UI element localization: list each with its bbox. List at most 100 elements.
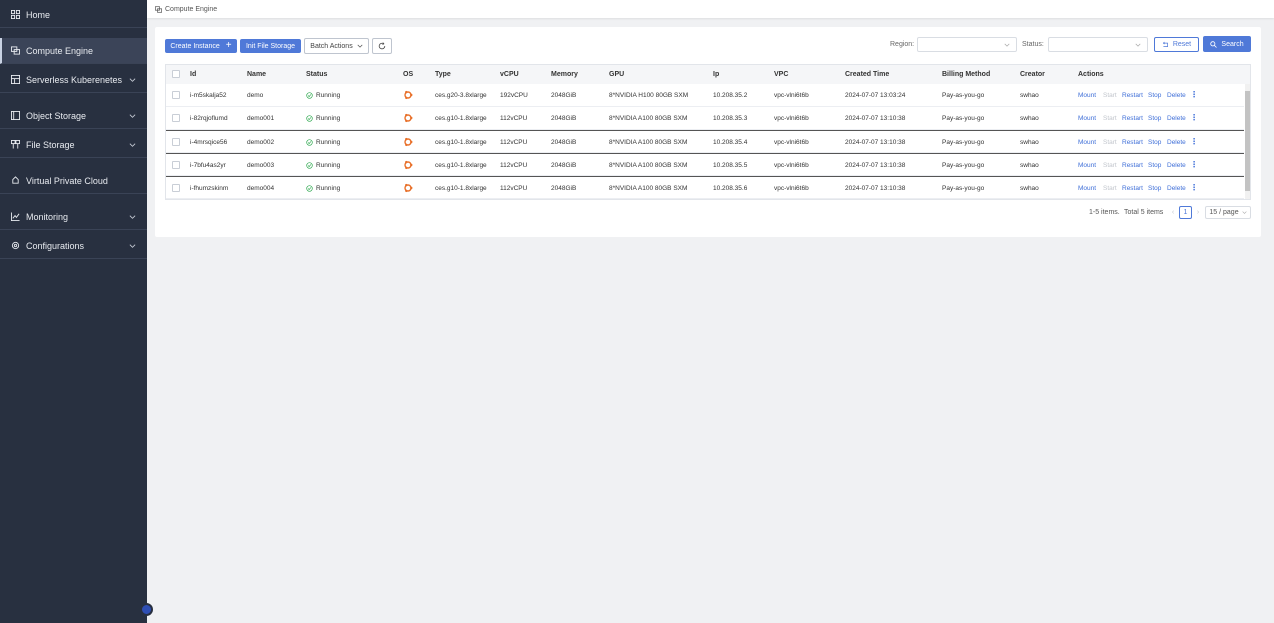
action-mount-link[interactable]: Mount bbox=[1078, 162, 1096, 169]
sidebar-item-object-storage[interactable]: Object Storage bbox=[0, 103, 147, 129]
action-stop-link[interactable]: Stop bbox=[1148, 115, 1161, 122]
action-stop-link[interactable]: Stop bbox=[1148, 139, 1161, 146]
action-start-link[interactable]: Start bbox=[1103, 115, 1117, 122]
col-header-id[interactable]: Id bbox=[190, 71, 196, 78]
action-restart-link[interactable]: Restart bbox=[1122, 92, 1143, 99]
col-header-type[interactable]: Type bbox=[435, 71, 451, 78]
batch-actions-label: Batch Actions bbox=[310, 42, 353, 50]
cell-created-time: 2024-07-07 13:03:24 bbox=[845, 92, 906, 99]
action-mount-link[interactable]: Mount bbox=[1078, 92, 1096, 99]
table-row[interactable]: i-m5skalja52 demo ces.g20-3.8xlarge 192vCPU… bbox=[166, 84, 1244, 107]
row-checkbox[interactable] bbox=[172, 91, 180, 99]
action-start-link[interactable]: Start bbox=[1103, 92, 1117, 99]
action-delete-link[interactable]: Delete bbox=[1167, 162, 1186, 169]
row-checkbox[interactable] bbox=[172, 184, 180, 192]
init-file-storage-label: Init File Storage bbox=[245, 42, 296, 50]
col-header-gpu[interactable]: GPU bbox=[609, 71, 624, 78]
cell-gpu: 8*NVIDIA A100 80GB SXM bbox=[609, 115, 688, 122]
col-header-vpc[interactable]: VPC bbox=[774, 71, 788, 78]
search-icon bbox=[1210, 40, 1218, 48]
chevron-right-icon: › bbox=[1196, 209, 1200, 216]
chevron-down-icon bbox=[357, 44, 363, 48]
region-select[interactable] bbox=[917, 37, 1017, 52]
row-checkbox[interactable] bbox=[172, 161, 180, 169]
more-actions-icon[interactable]: ⋮ bbox=[1190, 137, 1198, 146]
page-size-select[interactable]: 15 / page bbox=[1205, 206, 1251, 219]
more-actions-icon[interactable]: ⋮ bbox=[1190, 160, 1198, 169]
table-row[interactable]: i-fhumzskinm demo004 ces.g10-1.8xlarge 112v… bbox=[166, 176, 1244, 199]
search-button[interactable]: Search bbox=[1203, 36, 1251, 52]
action-restart-link[interactable]: Restart bbox=[1122, 139, 1143, 146]
action-start-link[interactable]: Start bbox=[1103, 185, 1117, 192]
action-delete-link[interactable]: Delete bbox=[1167, 115, 1186, 122]
cell-vpc: vpc-vlni6t6b bbox=[774, 185, 809, 192]
refresh-button[interactable] bbox=[372, 38, 392, 54]
action-delete-link[interactable]: Delete bbox=[1167, 92, 1186, 99]
cell-type: ces.g10-1.8xlarge bbox=[435, 139, 487, 146]
prev-page-button[interactable]: ‹ bbox=[1168, 206, 1178, 219]
sidebar-item-file-storage[interactable]: File Storage bbox=[0, 132, 147, 158]
sidebar-item-serverless-kubernetes[interactable]: Serverless Kuberenetes bbox=[0, 67, 147, 93]
action-restart-link[interactable]: Restart bbox=[1122, 162, 1143, 169]
action-delete-link[interactable]: Delete bbox=[1167, 139, 1186, 146]
next-page-button[interactable]: › bbox=[1193, 206, 1203, 219]
action-stop-link[interactable]: Stop bbox=[1148, 162, 1161, 169]
col-header-status[interactable]: Status bbox=[306, 71, 327, 78]
action-mount-link[interactable]: Mount bbox=[1078, 185, 1096, 192]
action-mount-link[interactable]: Mount bbox=[1078, 115, 1096, 122]
instances-table: Id Name Status OS Type vCPU Memory GPU I… bbox=[165, 64, 1251, 200]
more-actions-icon[interactable]: ⋮ bbox=[1190, 90, 1198, 99]
table-scrollbar-thumb[interactable] bbox=[1245, 91, 1250, 191]
cell-name: demo bbox=[247, 92, 264, 99]
row-checkbox[interactable] bbox=[172, 114, 180, 122]
cell-vcpu: 112vCPU bbox=[500, 139, 528, 146]
table-row[interactable]: i-4mrsqice56 demo002 ces.g10-1.8xlarge 112v… bbox=[166, 130, 1244, 153]
row-checkbox[interactable] bbox=[172, 138, 180, 146]
status-select[interactable] bbox=[1048, 37, 1148, 52]
pagination-range: 1-5 items. bbox=[1089, 209, 1120, 216]
sidebar-item-compute-engine[interactable]: Compute Engine bbox=[0, 38, 147, 64]
col-header-memory[interactable]: Memory bbox=[551, 71, 578, 78]
sidebar-item-label: Serverless Kuberenetes bbox=[26, 74, 123, 85]
action-stop-link[interactable]: Stop bbox=[1148, 185, 1161, 192]
action-start-link[interactable]: Start bbox=[1103, 139, 1117, 146]
table-row[interactable]: i-7bfu4as2yr demo003 ces.g10-1.8xlarge 112v… bbox=[166, 153, 1244, 176]
table-row[interactable]: i-82rqjoflumd demo001 ces.g10-1.8xlarge 112… bbox=[166, 107, 1244, 130]
check-circle-icon bbox=[306, 162, 313, 169]
chevron-down-icon bbox=[129, 243, 136, 248]
col-header-billing-method[interactable]: Billing Method bbox=[942, 71, 990, 78]
action-delete-link[interactable]: Delete bbox=[1167, 185, 1186, 192]
col-header-vcpu[interactable]: vCPU bbox=[500, 71, 519, 78]
reset-button[interactable]: Reset bbox=[1154, 37, 1199, 52]
sidebar-item-monitoring[interactable]: Monitoring bbox=[0, 204, 147, 230]
col-header-ip[interactable]: Ip bbox=[713, 71, 719, 78]
cell-creator: swhao bbox=[1020, 139, 1039, 146]
breadcrumb-item[interactable]: Compute Engine bbox=[165, 6, 217, 13]
sidebar-item-home[interactable]: Home bbox=[0, 2, 147, 28]
more-actions-icon[interactable]: ⋮ bbox=[1190, 113, 1198, 122]
sidebar-collapse-toggle[interactable] bbox=[140, 603, 153, 616]
search-label: Search bbox=[1221, 40, 1244, 48]
status-text: Running bbox=[316, 115, 341, 122]
sidebar-item-virtual-private-cloud[interactable]: Virtual Private Cloud bbox=[0, 168, 147, 194]
col-header-created-time[interactable]: Created Time bbox=[845, 71, 889, 78]
action-restart-link[interactable]: Restart bbox=[1122, 185, 1143, 192]
page-number-button[interactable]: 1 bbox=[1179, 206, 1192, 219]
col-header-name[interactable]: Name bbox=[247, 71, 266, 78]
select-all-checkbox[interactable] bbox=[172, 70, 180, 78]
col-header-creator[interactable]: Creator bbox=[1020, 71, 1045, 78]
create-instance-button[interactable]: Create Instance + bbox=[165, 39, 237, 53]
cell-ip: 10.208.35.6 bbox=[713, 185, 748, 192]
cell-billing-method: Pay-as-you-go bbox=[942, 115, 985, 122]
action-stop-link[interactable]: Stop bbox=[1148, 92, 1161, 99]
col-header-os[interactable]: OS bbox=[403, 71, 413, 78]
init-file-storage-button[interactable]: Init File Storage bbox=[240, 39, 301, 53]
cell-ip: 10.208.35.3 bbox=[713, 115, 748, 122]
action-mount-link[interactable]: Mount bbox=[1078, 139, 1096, 146]
action-restart-link[interactable]: Restart bbox=[1122, 115, 1143, 122]
action-start-link[interactable]: Start bbox=[1103, 162, 1117, 169]
chevron-down-icon bbox=[1135, 43, 1141, 47]
batch-actions-dropdown[interactable]: Batch Actions bbox=[304, 38, 369, 54]
sidebar-item-configurations[interactable]: Configurations bbox=[0, 233, 147, 259]
more-actions-icon[interactable]: ⋮ bbox=[1190, 183, 1198, 192]
